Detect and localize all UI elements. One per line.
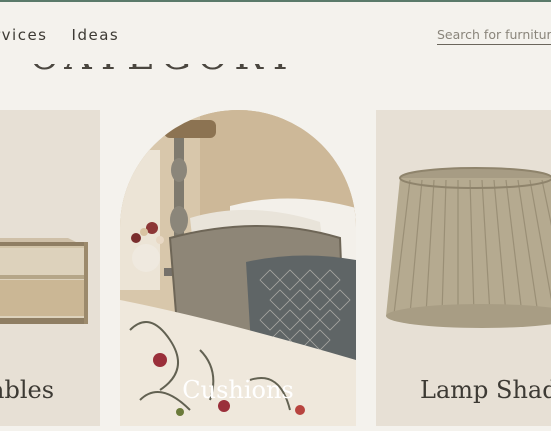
category-card-tables[interactable]: Tables xyxy=(0,110,100,426)
category-card-lamp-shades[interactable]: Lamp Shades xyxy=(376,110,551,426)
header: rvices Ideas xyxy=(0,2,551,64)
category-card-cushions[interactable]: Cushions xyxy=(120,110,356,426)
search-field[interactable] xyxy=(437,24,551,45)
main-nav: rvices Ideas xyxy=(0,26,119,44)
table-icon xyxy=(0,238,88,324)
nav-item-services[interactable]: rvices xyxy=(0,26,48,44)
nav-item-ideas[interactable]: Ideas xyxy=(72,26,120,44)
card-label-cushions: Cushions xyxy=(182,376,294,404)
card-label-lamp-shades: Lamp Shades xyxy=(420,376,551,404)
search-input[interactable] xyxy=(437,27,551,42)
card-label-tables: Tables xyxy=(0,376,55,404)
